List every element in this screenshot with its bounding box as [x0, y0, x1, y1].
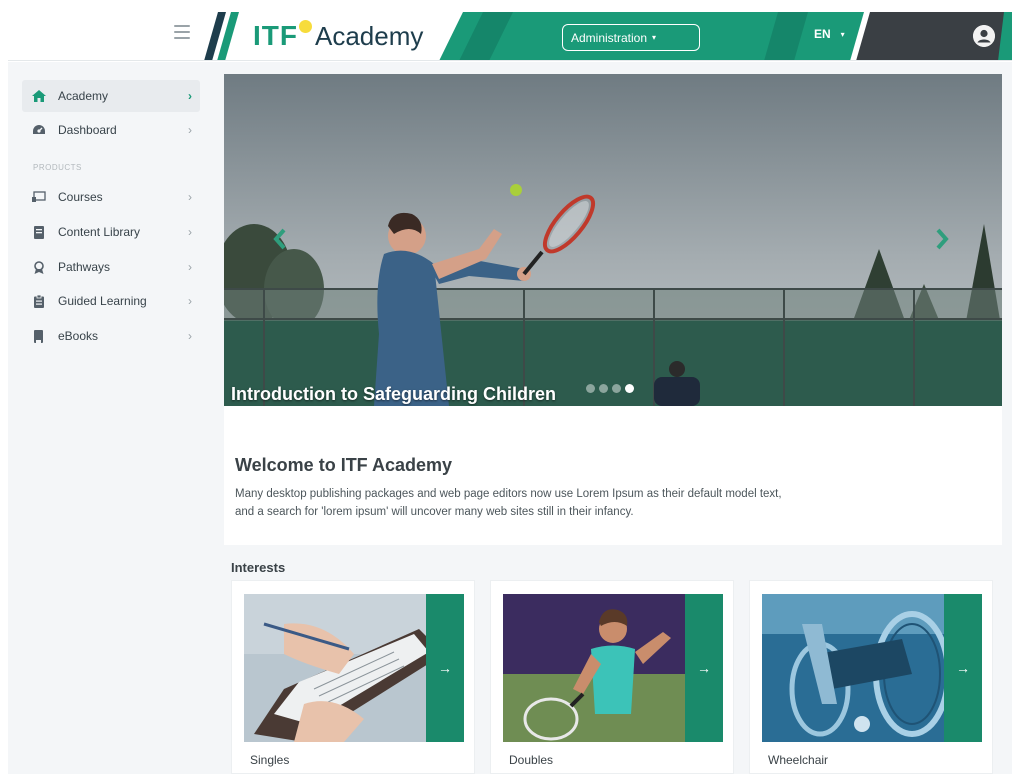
- section-label-products: PRODUCTS: [33, 163, 82, 172]
- tennis-ball-icon: [299, 19, 312, 33]
- sidebar-item-content-library[interactable]: Content Library ›: [22, 216, 200, 248]
- header-brand-stripes: [204, 12, 1012, 61]
- menu-toggle-icon[interactable]: [174, 25, 190, 39]
- welcome-text: Many desktop publishing packages and web…: [235, 488, 782, 518]
- arrow-right-icon: →: [685, 594, 723, 742]
- chevron-right-icon: ›: [188, 123, 192, 137]
- arrow-right-icon: →: [426, 594, 464, 742]
- carousel-prev-icon[interactable]: [272, 227, 288, 251]
- sidebar-item-label: Pathways: [58, 260, 111, 274]
- clipboard-icon: [32, 294, 46, 308]
- administration-dropdown[interactable]: Administration ▾: [562, 24, 700, 51]
- interests-heading: Interests: [231, 560, 286, 575]
- carousel-dot[interactable]: [612, 384, 621, 393]
- logo-word: Academy: [315, 20, 424, 51]
- chevron-right-icon: ›: [188, 294, 192, 308]
- interest-label: Wheelchair: [768, 753, 829, 767]
- top-navbar: ITF Academy Administration ▾ EN ▾: [8, 12, 1012, 61]
- chevron-right-icon: ›: [188, 190, 192, 204]
- interest-image: →: [762, 594, 982, 742]
- sidebar-item-label: Dashboard: [58, 123, 117, 137]
- carousel-dot[interactable]: [599, 384, 608, 393]
- award-icon: [32, 260, 46, 274]
- user-avatar-icon[interactable]: [973, 25, 995, 47]
- chevron-right-icon: ›: [188, 225, 192, 239]
- carousel-dot-active[interactable]: [625, 384, 634, 393]
- sidebar: Academy › Dashboard › PRODUCTS Courses ›…: [8, 62, 216, 774]
- home-icon: [32, 89, 46, 103]
- sidebar-item-academy[interactable]: Academy ›: [22, 80, 200, 112]
- sidebar-item-pathways[interactable]: Pathways ›: [22, 251, 200, 283]
- interest-label: Singles: [250, 753, 290, 767]
- hero-caption: Introduction to Safeguarding Children: [231, 384, 556, 404]
- gauge-icon: [32, 123, 46, 137]
- chevron-right-icon: ›: [188, 329, 192, 343]
- sidebar-item-label: Content Library: [58, 225, 141, 239]
- interest-image: →: [503, 594, 723, 742]
- hero-image: [224, 74, 1002, 406]
- interest-image: →: [244, 594, 464, 742]
- sidebar-item-label: Academy: [58, 89, 109, 103]
- sidebar-item-label: Courses: [58, 190, 103, 204]
- book-icon: [32, 225, 46, 239]
- ebook-icon: [32, 329, 46, 343]
- carousel-indicators: [586, 384, 634, 393]
- interest-card-singles[interactable]: → Singles: [231, 580, 475, 774]
- welcome-title: Welcome to ITF Academy: [235, 455, 453, 475]
- itf-academy-logo[interactable]: ITF Academy: [253, 17, 423, 55]
- welcome-panel: Welcome to ITF Academy Many desktop publ…: [224, 406, 1002, 545]
- interest-card-wheelchair[interactable]: → Wheelchair: [749, 580, 993, 774]
- sidebar-item-label: eBooks: [58, 329, 99, 343]
- language-label: EN: [814, 27, 831, 41]
- caret-down-icon: ▾: [652, 33, 657, 42]
- sidebar-item-dashboard[interactable]: Dashboard ›: [22, 114, 200, 146]
- sidebar-item-courses[interactable]: Courses ›: [22, 181, 200, 213]
- main-content: Introduction to Safeguarding Children We…: [216, 62, 1012, 774]
- presentation-icon: [32, 190, 46, 204]
- hero-carousel[interactable]: Introduction to Safeguarding Children: [224, 74, 1002, 406]
- interest-label: Doubles: [509, 753, 554, 767]
- language-selector[interactable]: EN ▾: [814, 27, 845, 41]
- chevron-right-icon: ›: [188, 89, 192, 103]
- carousel-dot[interactable]: [586, 384, 595, 393]
- sidebar-item-label: Guided Learning: [58, 294, 147, 308]
- carousel-next-icon[interactable]: [934, 227, 950, 251]
- sidebar-item-guided-learning[interactable]: Guided Learning ›: [22, 285, 200, 317]
- administration-label: Administration: [571, 30, 648, 45]
- arrow-right-icon: →: [944, 594, 982, 742]
- chevron-right-icon: ›: [188, 260, 192, 274]
- sidebar-item-ebooks[interactable]: eBooks ›: [22, 320, 200, 352]
- interest-card-doubles[interactable]: → Doubles: [490, 580, 734, 774]
- logo-mark: ITF: [253, 20, 298, 51]
- caret-down-icon: ▾: [840, 29, 845, 39]
